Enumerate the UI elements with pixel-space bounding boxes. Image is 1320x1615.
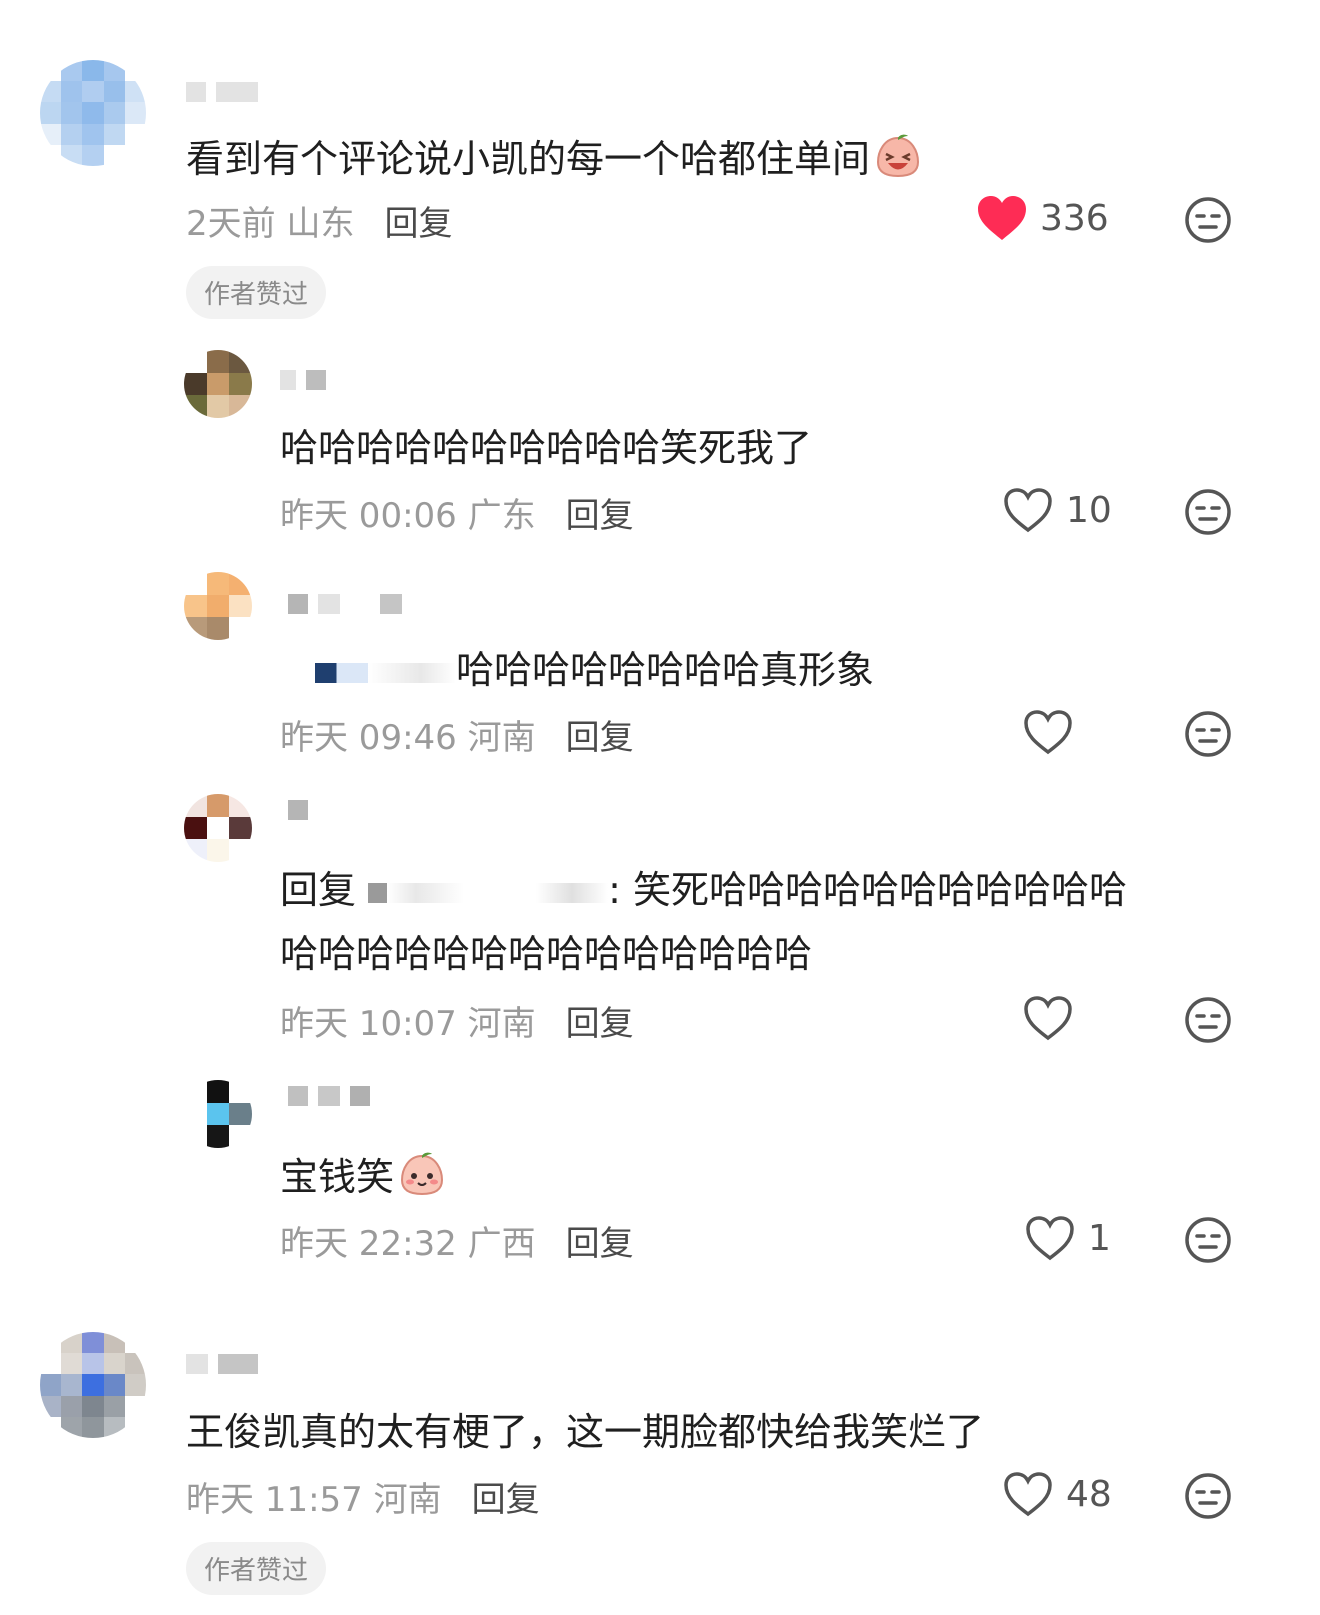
avatar[interactable]	[184, 350, 252, 418]
like-button[interactable]: 1	[1024, 1214, 1111, 1262]
heart-filled-icon	[978, 196, 1026, 240]
like-button[interactable]	[1022, 994, 1086, 1042]
reply-button[interactable]: 回复	[566, 1004, 634, 1044]
reply-button[interactable]: 回复	[566, 496, 634, 536]
smiling-peach-emoji	[398, 1150, 446, 1209]
username-redacted[interactable]	[186, 82, 268, 106]
comment-text: 回复 : 笑死哈哈哈哈哈哈哈哈哈哈哈	[280, 868, 1127, 912]
dislike-face-icon[interactable]	[1184, 710, 1232, 758]
avatar[interactable]	[184, 572, 252, 640]
heart-outline-icon	[1026, 1216, 1074, 1261]
reply-button[interactable]: 回复	[472, 1480, 540, 1520]
like-button[interactable]: 336	[976, 194, 1109, 242]
like-count: 1	[1088, 1217, 1111, 1259]
like-button[interactable]	[1022, 708, 1086, 756]
heart-outline-icon	[1004, 1472, 1052, 1517]
comment-text-continued: 哈哈哈哈哈哈哈哈哈哈哈哈哈哈	[280, 932, 813, 976]
laughing-peach-emoji	[874, 132, 922, 191]
heart-outline-icon	[1024, 710, 1072, 755]
dislike-face-icon[interactable]	[1184, 1216, 1232, 1264]
comment-meta: 昨天 00:06 广东 回复	[280, 496, 634, 536]
comment-meta: 2天前 山东 回复	[186, 204, 453, 244]
comment-meta: 昨天 22:32 广西 回复	[280, 1224, 634, 1264]
avatar[interactable]	[40, 1332, 146, 1438]
username-redacted[interactable]	[280, 370, 336, 394]
like-button[interactable]: 48	[1002, 1470, 1112, 1518]
mention-redacted[interactable]	[280, 662, 456, 683]
comment-text: 王俊凯真的太有梗了，这一期脸都快给我笑烂了	[186, 1410, 985, 1454]
username-redacted[interactable]	[288, 1086, 380, 1110]
mention-redacted[interactable]	[368, 882, 609, 903]
like-count: 48	[1066, 1473, 1112, 1515]
comment-meta: 昨天 09:46 河南 回复	[280, 718, 634, 758]
reply-button[interactable]: 回复	[384, 204, 452, 244]
username-redacted[interactable]	[288, 594, 412, 618]
comment-text: 看到有个评论说小凯的每一个哈都住单间	[186, 132, 922, 191]
reply-button[interactable]: 回复	[566, 718, 634, 758]
username-redacted[interactable]	[288, 800, 318, 824]
heart-outline-icon	[1004, 488, 1052, 533]
comment-text: 宝钱笑	[280, 1150, 446, 1209]
comment-meta: 昨天 11:57 河南 回复	[186, 1480, 540, 1520]
dislike-face-icon[interactable]	[1184, 196, 1232, 244]
username-redacted[interactable]	[186, 1354, 268, 1378]
like-count: 10	[1066, 489, 1112, 531]
comment-meta: 昨天 10:07 河南 回复	[280, 1004, 634, 1044]
author-liked-badge: 作者赞过	[186, 266, 327, 319]
reply-button[interactable]: 回复	[566, 1224, 634, 1264]
heart-outline-icon	[1024, 996, 1072, 1041]
dislike-face-icon[interactable]	[1184, 488, 1232, 536]
author-liked-badge: 作者赞过	[186, 1542, 327, 1595]
avatar[interactable]	[184, 1080, 252, 1148]
avatar[interactable]	[184, 794, 252, 862]
comment-text: 哈哈哈哈哈哈哈哈真形象	[280, 646, 874, 694]
avatar[interactable]	[40, 60, 146, 166]
dislike-face-icon[interactable]	[1184, 1472, 1232, 1520]
dislike-face-icon[interactable]	[1184, 996, 1232, 1044]
comment-text: 哈哈哈哈哈哈哈哈哈哈笑死我了	[280, 426, 813, 470]
like-count: 336	[1040, 197, 1109, 239]
like-button[interactable]: 10	[1002, 486, 1112, 534]
